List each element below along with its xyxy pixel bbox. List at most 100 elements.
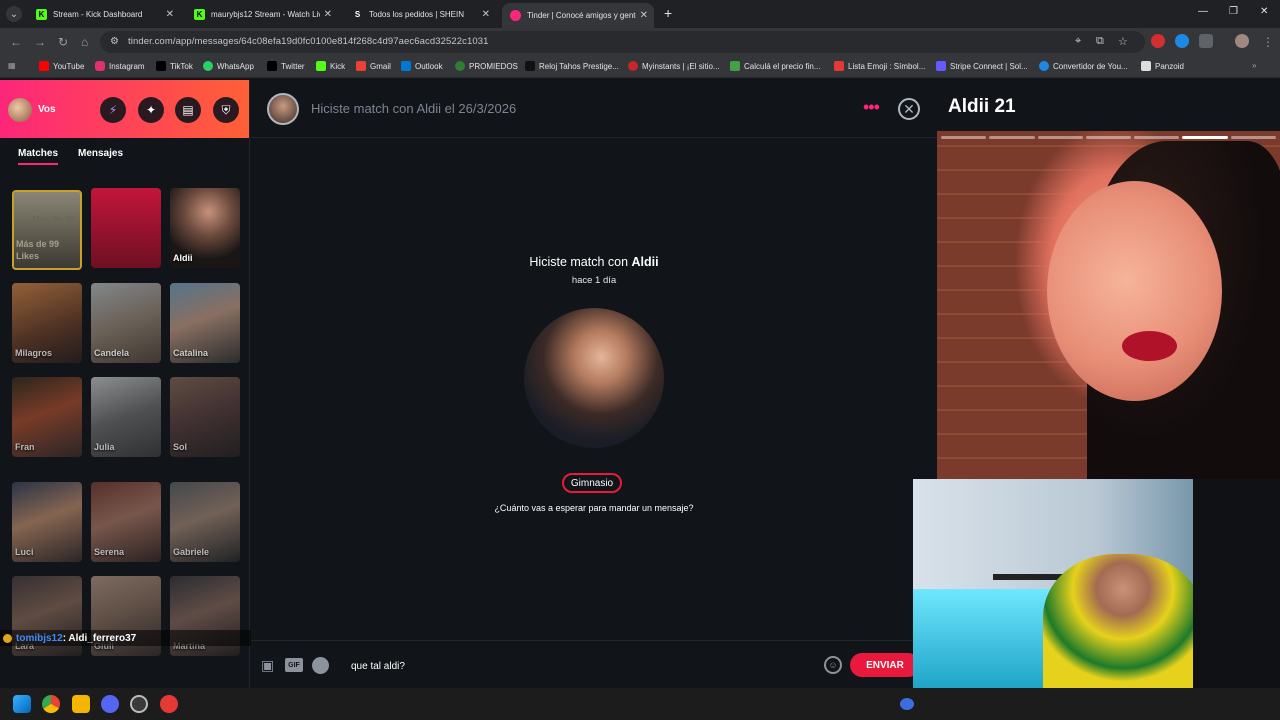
extension-icon[interactable] [1151,34,1165,48]
my-profile-label[interactable]: Vos [38,104,56,115]
bookmark-twitter[interactable]: Twitter [267,61,305,71]
tab-kick-stream[interactable]: K maurybjs12 Stream - Watch Live ✕ [186,3,338,25]
bookmark-outlook[interactable]: Outlook [401,61,443,71]
match-card[interactable]: Milagros [12,283,82,363]
match-card[interactable]: Serena [91,482,161,562]
photo-dot[interactable] [1230,136,1276,139]
match-card[interactable]: Catalina [170,283,240,363]
close-tab-icon[interactable]: ✕ [166,9,174,20]
match-card-blurred[interactable] [91,188,161,268]
bookmark-label: Reloj Tahos Prestige... [539,61,619,71]
bookmark-convertidor[interactable]: Convertidor de You... [1039,61,1128,71]
emoji-icon[interactable]: ☺ [824,656,842,674]
photo-dot[interactable] [989,136,1035,139]
close-chat-icon[interactable]: ✕ [898,98,920,120]
safety-shield-icon[interactable]: ⛨ [213,97,239,123]
boost-icon[interactable]: ⚡ [100,97,126,123]
bookmark-kick[interactable]: Kick [316,61,345,71]
tab-messages[interactable]: Mensajes [78,148,123,159]
tray-icon[interactable] [900,698,914,710]
photo-dot[interactable] [1134,136,1180,139]
match-card[interactable]: Julia [91,377,161,457]
new-tab-icon[interactable]: + [664,5,672,21]
photo-dot[interactable] [1085,136,1132,139]
message-input[interactable] [351,657,801,675]
url-text[interactable]: tinder.com/app/messages/64c08efa19d0fc01… [128,36,489,47]
tab-tinder[interactable]: Tinder | Conocé amigos y gente ✕ [502,3,654,28]
apps-grid-icon[interactable]: ▦ [8,61,16,70]
bookmark-panzoid[interactable]: Panzoid [1141,61,1184,71]
tab-search-icon[interactable]: ⌄ [6,6,22,22]
maximize-icon[interactable]: ❐ [1229,6,1238,17]
bookmark-youtube[interactable]: YouTube [39,61,84,71]
match-card[interactable]: Fran [12,377,82,457]
match-date-text: Hiciste match con Aldii el 26/3/2026 [311,101,517,116]
match-card[interactable]: Aldii [170,188,240,268]
close-tab-icon[interactable]: ✕ [482,9,490,20]
webcam-curtain [1193,479,1280,688]
match-avatar-small[interactable] [267,93,299,125]
profile-photo[interactable] [937,131,1280,481]
bookmark-reloj[interactable]: Reloj Tahos Prestige... [525,61,619,71]
bookmark-instagram[interactable]: Instagram [95,61,145,71]
photo-lips [1122,331,1177,361]
bookmark-gmail[interactable]: Gmail [356,61,391,71]
contact-card-icon[interactable]: ▣ [261,657,274,674]
discord-icon[interactable] [101,695,119,713]
bookmark-whatsapp[interactable]: WhatsApp [203,61,254,71]
back-icon[interactable]: ← [10,35,22,49]
address-bar[interactable]: ⚙ tinder.com/app/messages/64c08efa19d0fc… [100,31,1145,53]
media-player-icon[interactable] [160,695,178,713]
tab-matches[interactable]: Matches [18,148,59,165]
bookmark-label: YouTube [53,61,85,71]
my-avatar[interactable] [8,98,32,122]
minimize-icon[interactable]: — [1198,6,1208,17]
photo-dot-active[interactable] [1182,136,1228,139]
file-explorer-icon[interactable] [72,695,90,713]
home-icon[interactable]: ⌂ [81,35,88,49]
bookmark-myinstants[interactable]: Myinstants | ¡El sitio... [628,61,720,71]
window-close-icon[interactable]: ✕ [1260,6,1268,17]
tab-title: Stream - Kick Dashboard [53,9,143,19]
more-options-icon[interactable]: ••• [863,97,880,118]
sidebar-header: Vos ⚡ ✦ ▤ ⛨ [0,80,249,138]
shop-bag-icon[interactable]: ▤ [175,97,201,123]
more-bookmarks-icon[interactable]: » [1252,61,1256,70]
send-button[interactable]: ENVIAR [850,653,920,677]
match-card[interactable]: Gabriele [170,482,240,562]
bookmark-tiktok[interactable]: TikTok [156,61,193,71]
photo-dot[interactable] [941,136,987,139]
match-card[interactable]: Luci [12,482,82,562]
forward-icon[interactable]: → [34,35,46,49]
chrome-icon[interactable] [42,695,60,713]
install-icon[interactable]: ⧉ [1096,35,1104,48]
location-icon[interactable]: ⌖ [1075,35,1081,48]
bookmark-calcula[interactable]: Calculá el precio fin... [730,61,820,71]
extensions-puzzle-icon[interactable] [1199,34,1213,48]
browser-tab-bar: ⌄ K Stream - Kick Dashboard ✕ K maurybjs… [0,0,1280,28]
close-tab-icon[interactable]: ✕ [324,9,332,20]
extension-icon[interactable] [1175,34,1189,48]
bookmark-star-icon[interactable]: ☆ [1118,35,1128,48]
tab-shein[interactable]: S Todos los pedidos | SHEIN ✕ [344,3,496,25]
explore-compass-icon[interactable]: ✦ [138,97,164,123]
gif-button[interactable]: GIF [285,658,303,672]
likes-card[interactable]: Más de 99 Más de 99 Likes [12,190,82,270]
site-info-icon[interactable]: ⚙ [110,36,119,47]
reload-icon[interactable]: ↻ [58,35,68,49]
tab-kick-dashboard[interactable]: K Stream - Kick Dashboard ✕ [28,3,180,25]
profile-avatar-icon[interactable] [1235,34,1249,48]
bookmark-stripe[interactable]: Stripe Connect | Sol... [936,61,1028,71]
match-avatar-large[interactable] [524,308,664,448]
menu-kebab-icon[interactable]: ⋮ [1262,35,1274,49]
photo-dot[interactable] [1037,136,1083,139]
close-tab-icon[interactable]: ✕ [640,10,648,21]
bookmark-promiedos[interactable]: PROMIEDOS [455,61,518,71]
steam-icon[interactable] [130,695,148,713]
windows-start-icon[interactable] [13,695,31,713]
bookmark-emoji[interactable]: Lista Emoji : Símbol... [834,61,925,71]
spotify-icon[interactable] [312,657,329,674]
photo-progress-bar [941,136,1276,139]
match-card[interactable]: Sol [170,377,240,457]
match-card[interactable]: Candela [91,283,161,363]
